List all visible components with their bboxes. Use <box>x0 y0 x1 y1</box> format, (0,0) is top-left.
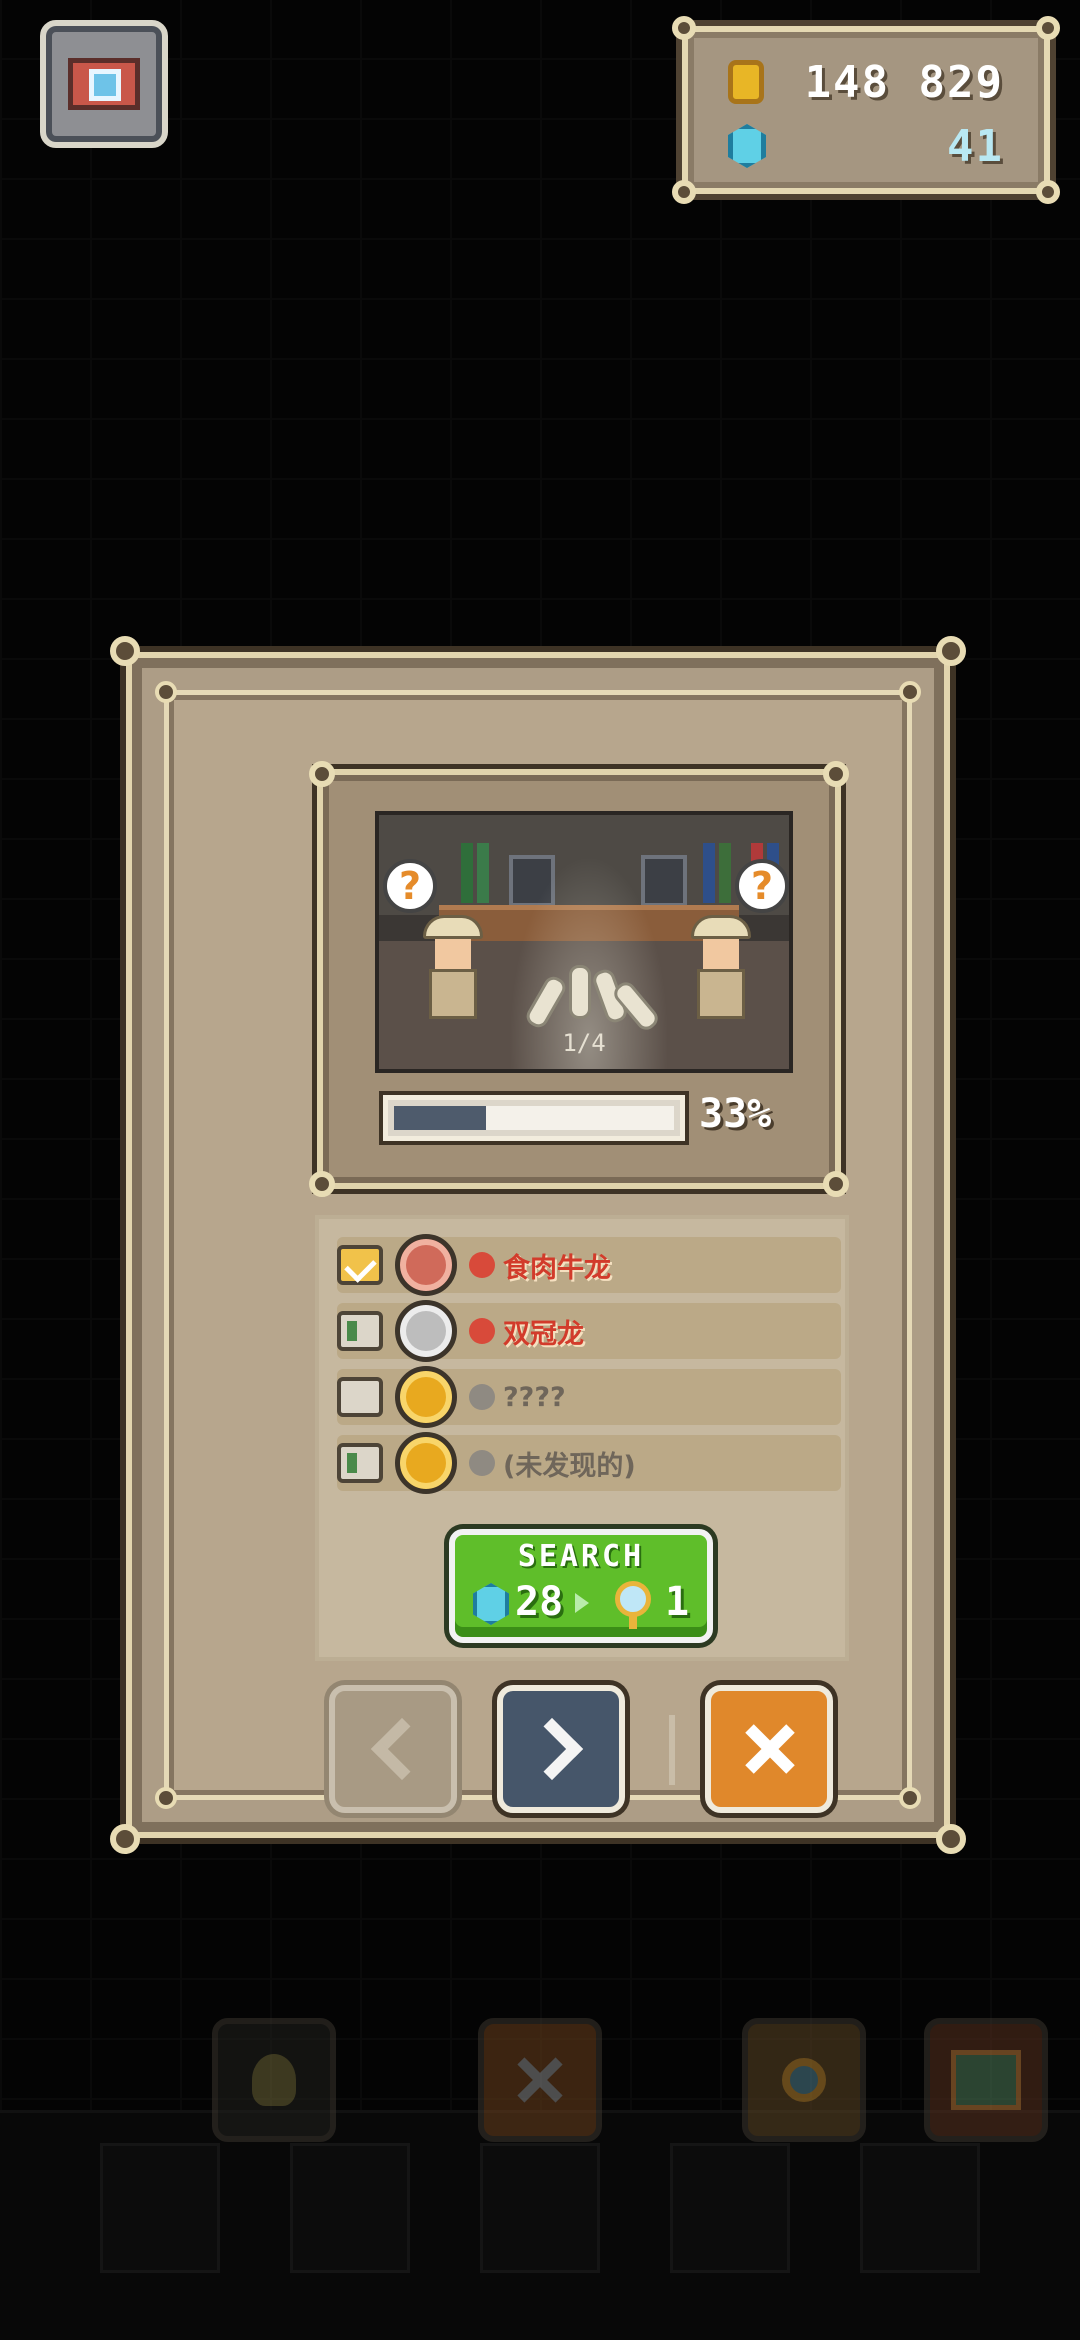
unknown-marker-left: ? <box>383 859 437 913</box>
item-label: (未发现的) <box>503 1450 636 1482</box>
map-icon <box>951 2050 1021 2110</box>
status-dot-gray <box>469 1450 495 1476</box>
cancel-tool-button[interactable] <box>478 2018 602 2142</box>
next-button[interactable] <box>497 1685 625 1813</box>
camera-button[interactable] <box>40 20 168 148</box>
status-dot-red <box>469 1318 495 1344</box>
meat-badge-icon <box>395 1234 457 1296</box>
gold-row: 148 829 <box>728 52 1004 112</box>
unknown-marker-right: ? <box>735 859 789 913</box>
fossil-bones <box>522 965 662 1034</box>
fossil-badge-icon <box>395 1432 457 1494</box>
chevron-left-icon <box>370 1717 434 1781</box>
gem-row: 41 <box>728 116 1004 176</box>
list-item[interactable]: (未发现的) <box>337 1432 841 1494</box>
magnifier-icon <box>615 1581 651 1617</box>
list-item[interactable]: ???? <box>337 1366 841 1428</box>
magnifier-cost: 1 <box>665 1579 690 1625</box>
magnifier-question-icon <box>782 2058 826 2102</box>
blue-gem-icon <box>473 1583 509 1625</box>
background-floor <box>0 2110 1080 2340</box>
fossil-badge-icon <box>395 1366 457 1428</box>
excavation-scene: ? ? 1/4 <box>375 811 793 1073</box>
list-item[interactable]: 食肉牛龙 <box>337 1234 841 1296</box>
item-label: 食肉牛龙 <box>503 1252 611 1284</box>
fossil-search-dialog: ? ? 1/4 33% 食肉牛龙 双冠龙 ???? (未发现的) SEARCH … <box>110 636 966 1854</box>
progress-remaining <box>486 1106 674 1130</box>
progress-percent: 33% <box>699 1091 772 1137</box>
arrow-icon <box>575 1593 589 1613</box>
status-dot-gray <box>469 1384 495 1410</box>
progress-fill <box>394 1106 486 1130</box>
checkbox-checked[interactable] <box>337 1245 383 1285</box>
checkbox[interactable] <box>337 1377 383 1417</box>
gold-amount: 148 829 <box>804 56 1004 108</box>
checkbox[interactable] <box>337 1443 383 1483</box>
item-label: ???? <box>503 1381 566 1413</box>
camera-icon <box>68 58 140 110</box>
explorer-right <box>691 915 751 1045</box>
hint-button[interactable] <box>212 2018 336 2142</box>
fossil-page-indicator: 1/4 <box>562 1029 606 1057</box>
search-button[interactable]: SEARCH 28 1 <box>449 1529 713 1643</box>
search-button-label: SEARCH <box>517 1539 645 1574</box>
explorer-left <box>423 915 483 1045</box>
scene-frame: ? ? 1/4 33% <box>309 761 849 1197</box>
item-label: 双冠龙 <box>503 1318 584 1350</box>
gem-amount: 41 <box>947 120 1004 172</box>
checkbox[interactable] <box>337 1311 383 1351</box>
close-icon <box>517 2057 563 2103</box>
progress-bar <box>383 1095 685 1141</box>
fossil-list-panel: 食肉牛龙 双冠龙 ???? (未发现的) SEARCH 28 1 <box>315 1215 849 1661</box>
gem-cost: 28 <box>515 1579 564 1625</box>
dialog-inner: ? ? 1/4 33% 食肉牛龙 双冠龙 ???? (未发现的) SEARCH … <box>155 681 921 1813</box>
gold-coin-icon <box>728 60 764 104</box>
close-icon <box>744 1724 794 1774</box>
map-button[interactable] <box>924 2018 1048 2142</box>
divider <box>669 1715 675 1785</box>
status-dot-red <box>469 1252 495 1278</box>
fossil-badge-icon <box>395 1300 457 1362</box>
search-cost: 28 1 <box>465 1579 705 1629</box>
close-button[interactable] <box>705 1685 833 1813</box>
search-tool-button[interactable] <box>742 2018 866 2142</box>
prev-button[interactable] <box>329 1685 457 1813</box>
chevron-right-icon <box>520 1717 584 1781</box>
blue-gem-icon <box>728 124 766 168</box>
list-item[interactable]: 双冠龙 <box>337 1300 841 1362</box>
currency-panel: 148 829 41 <box>672 16 1060 204</box>
lightbulb-icon <box>252 2054 296 2106</box>
